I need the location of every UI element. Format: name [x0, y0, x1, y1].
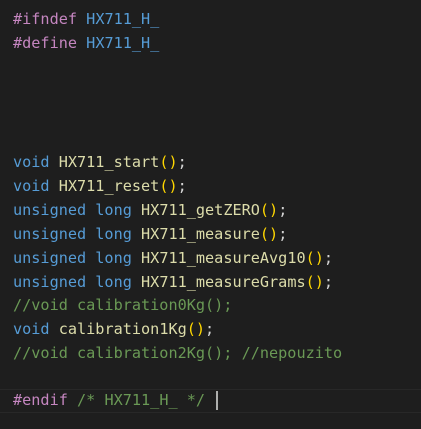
text-cursor: [216, 391, 219, 410]
code-line-ifndef[interactable]: #ifndef HX711_H_: [13, 8, 159, 32]
parentheses: (): [305, 249, 324, 267]
parentheses: (): [186, 320, 206, 338]
preprocessor-directive: #endif: [13, 391, 68, 409]
return-type: void: [13, 153, 50, 171]
code-line-comment-cal2[interactable]: //void calibration2Kg(); //nepouzito: [13, 342, 342, 366]
preprocessor-directive: #ifndef: [13, 10, 78, 28]
function-name: HX711_start: [58, 153, 160, 171]
semicolon: ;: [177, 177, 187, 195]
semicolon: ;: [323, 249, 334, 267]
code-line-measure-grams[interactable]: unsigned long HX711_measureGrams();: [13, 271, 333, 295]
return-type: void: [13, 177, 50, 195]
return-type: unsigned long: [13, 273, 132, 291]
code-line-endif[interactable]: #endif /* HX711_H_ */: [13, 389, 219, 413]
code-line-start[interactable]: void HX711_start();: [13, 151, 187, 175]
semicolon: ;: [278, 225, 288, 243]
function-name: HX711_reset: [58, 177, 160, 195]
semicolon: ;: [278, 201, 288, 219]
parentheses: (): [305, 273, 324, 291]
line-comment: //void calibration2Kg(); //nepouzito: [13, 344, 343, 362]
code-line-cal1[interactable]: void calibration1Kg();: [13, 318, 214, 342]
code-line-measure[interactable]: unsigned long HX711_measure();: [13, 223, 287, 247]
parentheses: (): [259, 225, 279, 243]
function-name: calibration1Kg: [58, 320, 187, 338]
macro-name: HX711_H_: [86, 10, 160, 28]
macro-name: HX711_H_: [86, 34, 160, 52]
function-name: HX711_getZERO: [141, 201, 260, 219]
semicolon: ;: [205, 320, 215, 338]
code-editor[interactable]: #ifndef HX711_H_ #define HX711_H_ void H…: [0, 0, 421, 429]
semicolon: ;: [177, 153, 187, 171]
code-line-define[interactable]: #define HX711_H_: [13, 32, 159, 56]
return-type: void: [13, 320, 50, 338]
code-line-reset[interactable]: void HX711_reset();: [13, 175, 187, 199]
parentheses: (): [259, 201, 279, 219]
function-name: HX711_measure: [141, 225, 260, 243]
line-comment: //void calibration0Kg();: [13, 296, 233, 314]
preprocessor-directive: #define: [13, 34, 78, 52]
semicolon: ;: [323, 273, 334, 291]
code-line-measure-avg10[interactable]: unsigned long HX711_measureAvg10();: [13, 247, 333, 271]
block-comment: /* HX711_H_ */: [77, 391, 206, 409]
return-type: unsigned long: [13, 249, 132, 267]
function-name: HX711_measureGrams: [141, 273, 306, 291]
code-line-comment-cal0[interactable]: //void calibration0Kg();: [13, 294, 232, 318]
parentheses: (): [159, 177, 178, 195]
return-type: unsigned long: [13, 201, 132, 219]
code-line-getzero[interactable]: unsigned long HX711_getZERO();: [13, 199, 287, 223]
function-name: HX711_measureAvg10: [141, 249, 306, 267]
return-type: unsigned long: [13, 225, 132, 243]
parentheses: (): [159, 153, 178, 171]
